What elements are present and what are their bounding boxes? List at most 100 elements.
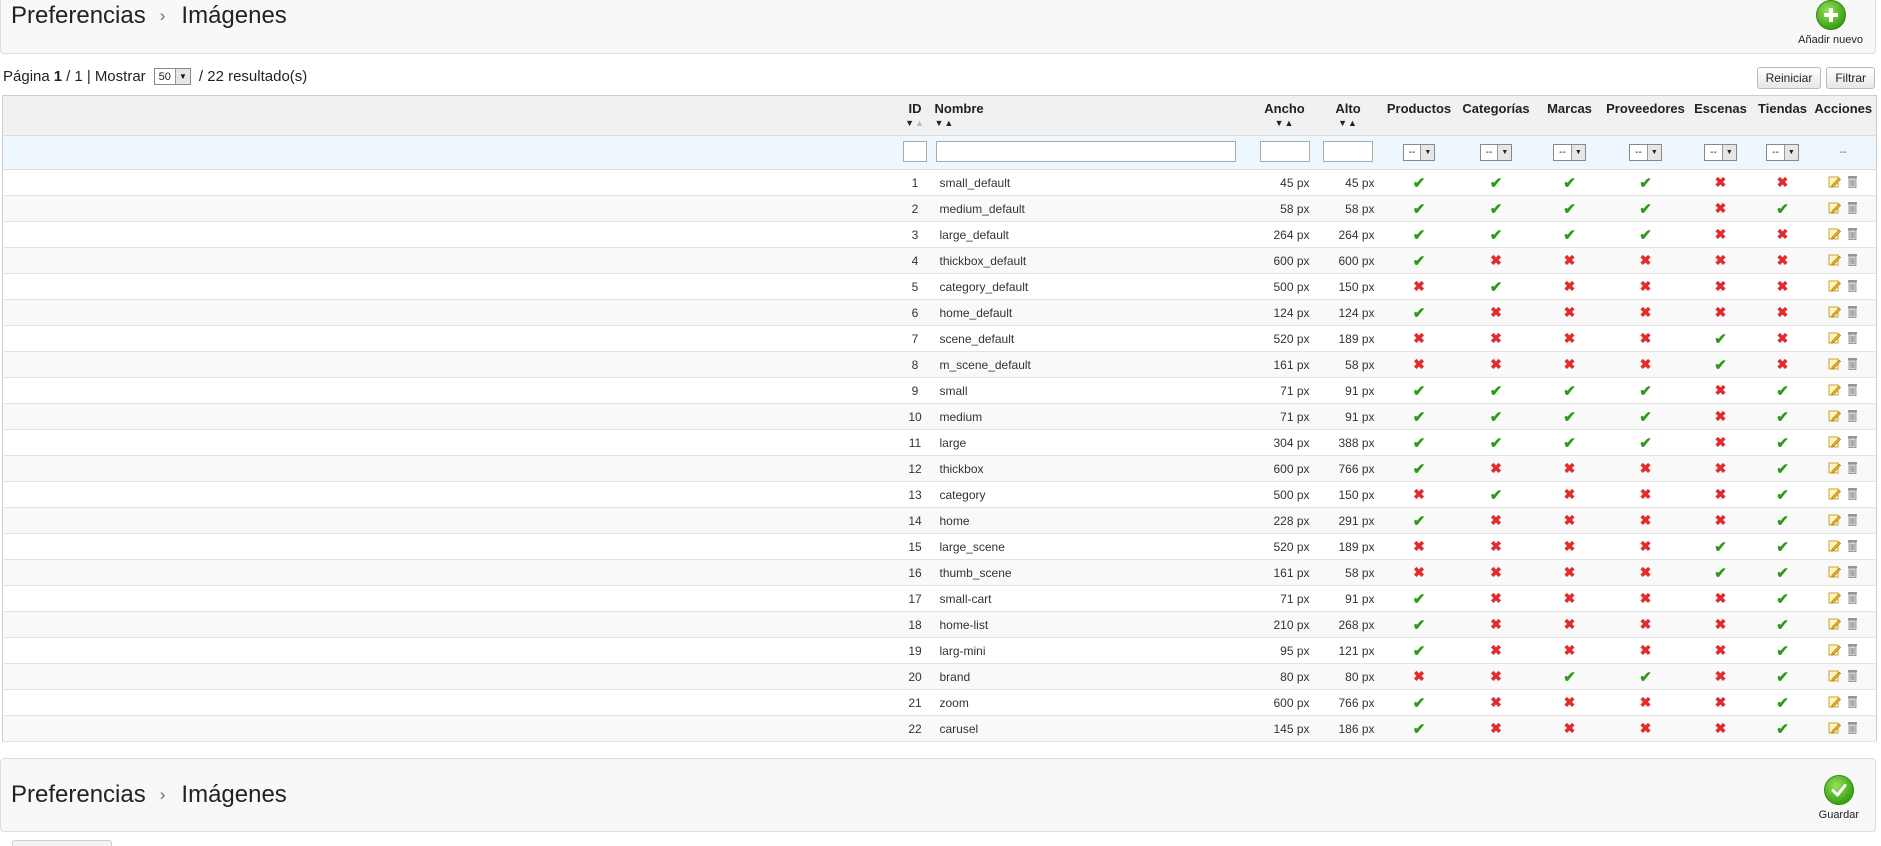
edit-icon[interactable] <box>1828 721 1842 734</box>
check-icon: ✔ <box>1776 720 1789 738</box>
name-filter-input[interactable] <box>935 140 1236 162</box>
table-row[interactable]: 16 thumb_scene 161 px 58 px ✖ ✖ ✖ ✖ ✔ ✔ <box>2 559 1877 586</box>
edit-icon[interactable] <box>1828 279 1842 292</box>
reset-button[interactable]: Reiniciar <box>1756 67 1822 89</box>
table-row[interactable]: 5 category_default 500 px 150 px ✖ ✔ ✖ ✖ ✖ ✖ <box>2 273 1877 300</box>
table-row[interactable]: 13 category 500 px 150 px ✖ ✔ ✖ ✖ ✖ ✔ <box>2 481 1877 508</box>
check-icon: ✔ <box>1489 278 1503 296</box>
trash-icon[interactable] <box>1847 513 1858 526</box>
trash-icon[interactable] <box>1847 461 1858 474</box>
edit-icon[interactable] <box>1828 695 1842 708</box>
trash-icon[interactable] <box>1847 539 1858 552</box>
sort-arrows-icon[interactable]: ▼▲ <box>898 117 933 129</box>
sort-arrows-icon[interactable]: ▼▲ <box>1317 117 1380 129</box>
cell-products: ✔ <box>1380 429 1458 456</box>
table-row[interactable]: 9 small 71 px 91 px ✔ ✔ ✔ ✔ ✖ ✔ <box>2 377 1877 404</box>
cell-stores: ✖ <box>1754 299 1811 326</box>
edit-icon[interactable] <box>1828 513 1842 526</box>
table-row[interactable]: 6 home_default 124 px 124 px ✔ ✖ ✖ ✖ ✖ ✖ <box>2 299 1877 326</box>
breadcrumb-preferences[interactable]: Preferencias <box>11 781 146 809</box>
filter-button[interactable]: Filtrar <box>1826 67 1875 89</box>
edit-icon[interactable] <box>1828 565 1842 578</box>
table-row[interactable]: 21 zoom 600 px 766 px ✔ ✖ ✖ ✖ ✖ ✔ <box>2 689 1877 716</box>
trash-icon[interactable] <box>1847 175 1858 188</box>
scenes-filter-select[interactable]: -- ▼ <box>1704 144 1737 161</box>
table-row[interactable]: 20 brand 80 px 80 px ✖ ✖ ✔ ✔ ✖ ✔ <box>2 663 1877 690</box>
table-row[interactable]: 12 thickbox 600 px 766 px ✔ ✖ ✖ ✖ ✖ ✔ <box>2 455 1877 482</box>
edit-icon[interactable] <box>1828 305 1842 318</box>
trash-icon[interactable] <box>1847 305 1858 318</box>
width-filter-input[interactable] <box>1259 140 1310 162</box>
edit-icon[interactable] <box>1828 591 1842 604</box>
table-row[interactable]: 18 home-list 210 px 268 px ✔ ✖ ✖ ✖ ✖ ✔ <box>2 611 1877 638</box>
trash-icon[interactable] <box>1847 565 1858 578</box>
per-page-select[interactable]: 50 ▼ <box>153 68 191 85</box>
table-row[interactable]: 15 large_scene 520 px 189 px ✖ ✖ ✖ ✖ ✔ ✔ <box>2 533 1877 560</box>
table-row[interactable]: 17 small-cart 71 px 91 px ✔ ✖ ✖ ✖ ✖ ✔ <box>2 585 1877 612</box>
table-row[interactable]: 1 small_default 45 px 45 px ✔ ✔ ✔ ✔ ✖ ✖ <box>2 169 1877 196</box>
row-spacer <box>2 429 897 456</box>
trash-icon[interactable] <box>1847 227 1858 240</box>
trash-icon[interactable] <box>1847 669 1858 682</box>
edit-icon[interactable] <box>1828 643 1842 656</box>
suppliers-filter-select[interactable]: -- ▼ <box>1629 144 1662 161</box>
trash-icon[interactable] <box>1847 591 1858 604</box>
table-row[interactable]: 11 large 304 px 388 px ✔ ✔ ✔ ✔ ✖ ✔ <box>2 429 1877 456</box>
trash-icon[interactable] <box>1847 357 1858 370</box>
trash-icon[interactable] <box>1847 617 1858 630</box>
trash-icon[interactable] <box>1847 435 1858 448</box>
cell-stores: ✔ <box>1754 663 1811 690</box>
row-id: 21 <box>896 689 934 716</box>
edit-icon[interactable] <box>1828 201 1842 214</box>
edit-icon[interactable] <box>1828 669 1842 682</box>
edit-icon[interactable] <box>1828 461 1842 474</box>
height-filter-input[interactable] <box>1323 140 1373 162</box>
table-row[interactable]: 22 carusel 145 px 186 px ✔ ✖ ✖ ✖ ✖ ✔ <box>2 715 1877 742</box>
id-filter-input[interactable] <box>903 140 927 162</box>
trash-icon[interactable] <box>1847 201 1858 214</box>
table-row[interactable]: 3 large_default 264 px 264 px ✔ ✔ ✔ ✔ ✖ ✖ <box>2 221 1877 248</box>
edit-icon[interactable] <box>1828 227 1842 240</box>
trash-icon[interactable] <box>1847 383 1858 396</box>
trash-icon[interactable] <box>1847 487 1858 500</box>
chevron-down-icon: ▼ <box>1497 145 1512 160</box>
trash-icon[interactable] <box>1847 253 1858 266</box>
edit-icon[interactable] <box>1828 617 1842 630</box>
trash-icon[interactable] <box>1847 331 1858 344</box>
edit-icon[interactable] <box>1828 487 1842 500</box>
edit-icon[interactable] <box>1828 435 1842 448</box>
cell-actions <box>1810 351 1877 378</box>
trash-icon[interactable] <box>1847 279 1858 292</box>
table-row[interactable]: 10 medium 71 px 91 px ✔ ✔ ✔ ✔ ✖ ✔ <box>2 403 1877 430</box>
edit-icon[interactable] <box>1828 383 1842 396</box>
add-new-button[interactable]: Añadir nuevo <box>1798 0 1863 46</box>
row-id: 18 <box>896 611 934 638</box>
edit-icon[interactable] <box>1828 539 1842 552</box>
brands-filter-select[interactable]: -- ▼ <box>1553 144 1586 161</box>
trash-icon[interactable] <box>1847 643 1858 656</box>
page-header-toolbar: Preferencias › Imágenes Añadir nuevo <box>0 0 1876 54</box>
edit-icon[interactable] <box>1828 409 1842 422</box>
categories-filter-select[interactable]: -- ▼ <box>1479 144 1513 161</box>
edit-icon[interactable] <box>1828 253 1842 266</box>
row-width: 264 px <box>1253 221 1316 248</box>
table-row[interactable]: 14 home 228 px 291 px ✔ ✖ ✖ ✖ ✖ ✔ <box>2 507 1877 534</box>
table-row[interactable]: 7 scene_default 520 px 189 px ✖ ✖ ✖ ✖ ✔ ✖ <box>2 325 1877 352</box>
edit-icon[interactable] <box>1828 175 1842 188</box>
trash-icon[interactable] <box>1847 695 1858 708</box>
edit-icon[interactable] <box>1828 357 1842 370</box>
sort-arrows-icon[interactable]: ▼▲ <box>935 117 1253 129</box>
table-row[interactable]: 4 thickbox_default 600 px 600 px ✔ ✖ ✖ ✖ ✖ ✖ <box>2 247 1877 274</box>
breadcrumb-preferences[interactable]: Preferencias <box>11 2 146 30</box>
table-row[interactable]: 8 m_scene_default 161 px 58 px ✖ ✖ ✖ ✖ ✔ ✖ <box>2 351 1877 378</box>
products-filter-select[interactable]: -- ▼ <box>1402 144 1436 161</box>
stores-filter-select[interactable]: -- ▼ <box>1766 144 1799 161</box>
cell-categories: ✖ <box>1457 247 1535 274</box>
trash-icon[interactable] <box>1847 409 1858 422</box>
sort-arrows-icon[interactable]: ▼▲ <box>1255 117 1315 129</box>
trash-icon[interactable] <box>1847 721 1858 734</box>
table-row[interactable]: 2 medium_default 58 px 58 px ✔ ✔ ✔ ✔ ✖ ✔ <box>2 195 1877 222</box>
edit-icon[interactable] <box>1828 331 1842 344</box>
save-button[interactable]: Guardar <box>1819 775 1859 821</box>
table-row[interactable]: 19 larg-mini 95 px 121 px ✔ ✖ ✖ ✖ ✖ ✔ <box>2 637 1877 664</box>
